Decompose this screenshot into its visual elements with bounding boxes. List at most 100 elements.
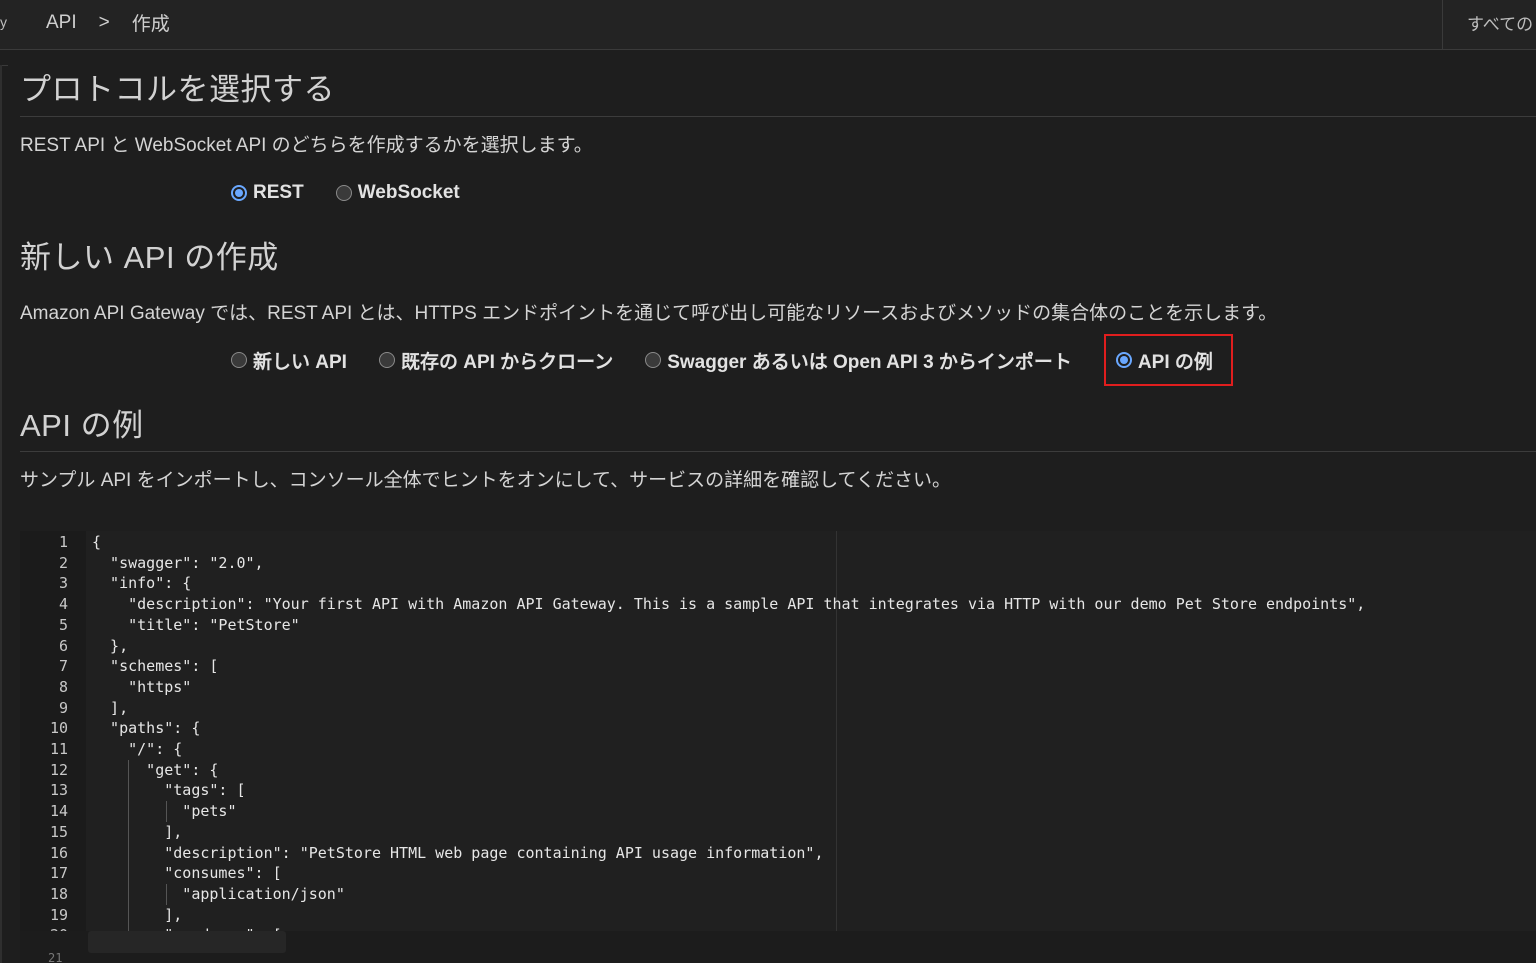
code-text: ], <box>92 822 183 841</box>
line-number: 19 <box>49 905 68 924</box>
radio-clone-api[interactable]: 既存の API からクローン <box>378 347 614 374</box>
code-text: "description": "Your first API with Amaz… <box>92 595 1366 614</box>
line-number: 17 <box>49 864 68 883</box>
code-text: }, <box>92 636 129 655</box>
line-number: 9 <box>58 698 68 717</box>
code-text: "consumes": [ <box>92 864 282 883</box>
radio-import-swagger-indicator[interactable] <box>645 352 662 368</box>
code-line[interactable]: 6 }, <box>20 636 1536 657</box>
line-number: 12 <box>49 760 68 779</box>
breadcrumb-separator: > <box>98 11 110 33</box>
code-text: "get": { <box>92 760 219 779</box>
code-line[interactable]: 13 "tags": [ <box>20 780 1536 801</box>
line-number: 16 <box>49 843 68 862</box>
breadcrumb-current: 作成 <box>131 14 170 35</box>
line-number: 13 <box>49 781 68 800</box>
code-text: "/": { <box>92 740 183 758</box>
protocol-section-title: プロトコルを選択する <box>20 72 335 107</box>
code-text: "title": "PetStore" <box>92 615 300 634</box>
line-number: 14 <box>49 802 68 821</box>
line-number: 1 <box>58 533 68 551</box>
line-number: 7 <box>58 657 68 676</box>
code-line[interactable]: 7 "schemes": [ <box>20 656 1536 677</box>
code-line[interactable]: 18 "application/json" <box>20 884 1536 905</box>
code-line[interactable]: 11 "/": { <box>20 739 1536 760</box>
nav-edge-glyph[interactable]: y <box>0 14 7 30</box>
top-bar: y API > 作成 すべての <box>0 0 1536 50</box>
line-number: 11 <box>49 740 68 758</box>
radio-rest-label: REST <box>253 182 304 203</box>
code-line[interactable]: 4 "description": "Your first API with Am… <box>20 594 1536 615</box>
line-number: 10 <box>49 719 68 738</box>
top-right-menu-label[interactable]: すべての <box>1467 10 1533 35</box>
code-line[interactable]: 14 "pets" <box>20 801 1536 822</box>
radio-websocket-indicator[interactable] <box>335 185 352 201</box>
left-panel-edge <box>0 65 8 963</box>
line-number: 2 <box>58 553 68 572</box>
code-text: "schemes": [ <box>92 657 219 676</box>
code-line[interactable]: 3 "info": { <box>20 573 1536 594</box>
create-api-description: Amazon API Gateway では、REST API とは、HTTPS … <box>20 303 1278 324</box>
code-text: "paths": { <box>92 719 201 738</box>
radio-example-api-label: API の例 <box>1137 351 1213 373</box>
code-line[interactable]: 15 ], <box>20 822 1536 843</box>
line-number: 18 <box>49 884 68 903</box>
code-line[interactable]: 17 "consumes": [ <box>20 863 1536 884</box>
code-line[interactable]: 8 "https" <box>20 677 1536 698</box>
create-api-radio-group: 新しい API 既存の API からクローン Swagger あるいは Open… <box>231 334 1233 386</box>
code-line[interactable]: 12 "get": { <box>20 760 1536 781</box>
radio-new-api[interactable]: 新しい API <box>231 347 347 374</box>
line-number: 4 <box>58 595 68 614</box>
radio-websocket[interactable]: WebSocket <box>335 182 460 204</box>
indent-guide <box>128 759 129 931</box>
code-text: "info": { <box>92 574 192 593</box>
code-text: "swagger": "2.0", <box>92 553 264 572</box>
radio-new-api-label: 新しい API <box>253 351 347 373</box>
radio-clone-api-indicator[interactable] <box>378 352 395 368</box>
code-text: { <box>92 533 102 551</box>
swagger-code-editor[interactable]: 1{2 "swagger": "2.0", 3 "info": {4 "descr… <box>20 531 1536 931</box>
line-number: 8 <box>58 677 68 696</box>
indent-guide <box>166 883 167 905</box>
create-api-section-title: 新しい API の作成 <box>20 240 279 275</box>
radio-websocket-label: WebSocket <box>357 182 460 203</box>
code-line[interactable]: 1{ <box>20 532 1536 553</box>
code-line[interactable]: 10 "paths": { <box>20 718 1536 739</box>
indent-guide <box>166 801 167 822</box>
radio-rest[interactable]: REST <box>231 182 304 204</box>
code-line[interactable]: 19 ], <box>20 905 1536 926</box>
radio-import-swagger-label: Swagger あるいは Open API 3 からインポート <box>667 351 1072 373</box>
code-text: "tags": [ <box>92 781 246 800</box>
radio-clone-api-label: 既存の API からクローン <box>400 351 614 373</box>
editor-scroll-thumb[interactable] <box>88 931 286 953</box>
code-line[interactable]: 2 "swagger": "2.0", <box>20 553 1536 574</box>
protocol-description: REST API と WebSocket API のどちらを作成するかを選択しま… <box>20 135 593 156</box>
code-line[interactable]: 16 "description": "PetStore HTML web pag… <box>20 843 1536 864</box>
code-text: "pets" <box>92 802 237 821</box>
code-line[interactable]: 9 ], <box>20 698 1536 719</box>
code-text: "description": "PetStore HTML web page c… <box>92 843 824 862</box>
radio-import-swagger[interactable]: Swagger あるいは Open API 3 からインポート <box>645 347 1072 374</box>
example-api-description: サンプル API をインポートし、コンソール全体でヒントをオンにして、サービスの… <box>20 470 951 491</box>
top-right-menu[interactable]: すべての <box>1442 0 1536 50</box>
line-number: 3 <box>58 574 68 593</box>
radio-example-api[interactable]: API の例 <box>1103 334 1233 386</box>
breadcrumb-api-link[interactable]: API <box>46 12 77 34</box>
code-text: ], <box>92 698 129 717</box>
code-text: "https" <box>92 677 192 696</box>
example-api-section-title: API の例 <box>20 408 144 443</box>
code-line[interactable]: 5 "title": "PetStore" <box>20 615 1536 636</box>
example-divider <box>20 451 1536 452</box>
code-text: "application/json" <box>92 884 345 903</box>
radio-rest-indicator[interactable] <box>231 185 247 201</box>
editor-next-line-number: 21 <box>48 951 63 963</box>
line-number: 6 <box>58 636 68 655</box>
protocol-divider <box>20 116 1536 117</box>
line-number: 5 <box>58 615 68 634</box>
breadcrumb: API > 作成 <box>46 9 170 36</box>
line-number: 15 <box>49 822 68 841</box>
radio-example-api-indicator[interactable] <box>1115 352 1132 368</box>
radio-new-api-indicator[interactable] <box>231 352 247 368</box>
code-text: ], <box>92 905 183 924</box>
protocol-radio-group: REST WebSocket <box>231 182 492 204</box>
